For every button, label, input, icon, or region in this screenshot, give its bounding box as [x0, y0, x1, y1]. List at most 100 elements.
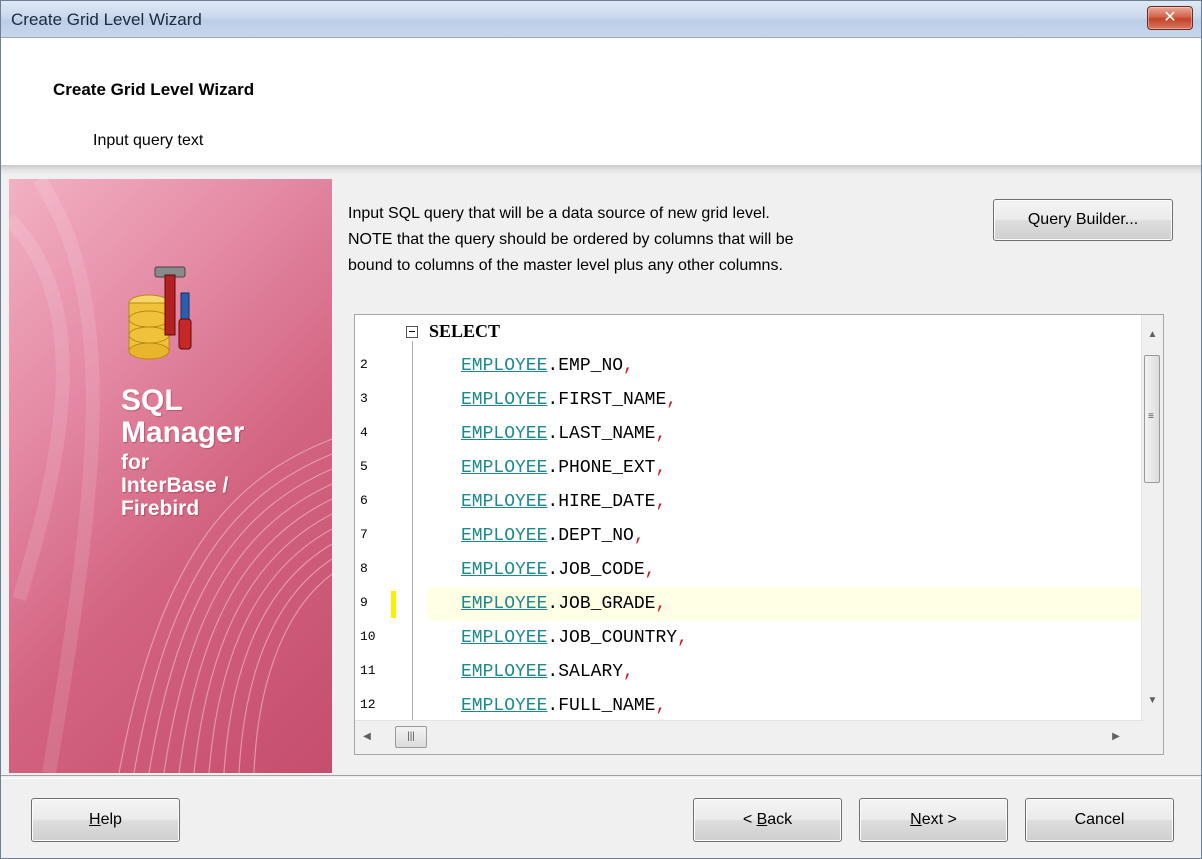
back-prefix: <	[742, 811, 757, 828]
line-number: 6	[360, 493, 368, 508]
code-line[interactable]: 5 EMPLOYEE.PHONE_EXT,	[355, 451, 1143, 485]
punctuation: ,	[655, 492, 667, 512]
collapse-icon[interactable]	[406, 326, 418, 338]
product-logo-icon	[128, 266, 192, 360]
punctuation: ,	[655, 594, 667, 614]
table-reference[interactable]: EMPLOYEE	[461, 628, 547, 648]
product-name-line3: for	[121, 451, 149, 474]
sql-editor[interactable]: SELECT 2 EMPLOYEE.EMP_NO, 3 EMPLOYEE.FIR…	[354, 314, 1164, 755]
line-number: 10	[360, 629, 376, 644]
column-name: JOB_GRADE	[558, 594, 656, 614]
wizard-window: Create Grid Level Wizard ✕ Create Grid L…	[0, 0, 1202, 859]
query-builder-button[interactable]: Query Builder...	[993, 199, 1173, 241]
back-button[interactable]: < Back	[693, 798, 842, 842]
column-name: DEPT_NO	[558, 526, 634, 546]
table-reference[interactable]: EMPLOYEE	[461, 390, 547, 410]
window-title: Create Grid Level Wizard	[11, 10, 202, 29]
line-number: 5	[360, 459, 368, 474]
code-line[interactable]: 8 EMPLOYEE.JOB_CODE,	[355, 553, 1143, 587]
sql-keyword: SELECT	[429, 321, 501, 341]
wizard-header: Create Grid Level Wizard Input query tex…	[1, 38, 1201, 165]
code-line[interactable]: 12 EMPLOYEE.FULL_NAME,	[355, 689, 1143, 723]
help-button[interactable]: Help	[31, 798, 180, 842]
next-label: ext >	[921, 811, 957, 828]
table-reference[interactable]: EMPLOYEE	[461, 356, 547, 376]
line-number: 12	[360, 697, 376, 712]
code-line-current[interactable]: 9 EMPLOYEE.JOB_GRADE,	[355, 587, 1143, 621]
header-title: Create Grid Level Wizard	[53, 80, 255, 99]
back-label: ack	[767, 811, 793, 828]
help-label: elp	[100, 811, 122, 828]
product-name-line1: SQL	[121, 384, 183, 417]
header-separator	[1, 165, 1201, 175]
cancel-button[interactable]: Cancel	[1025, 798, 1174, 842]
code-line[interactable]: 7 EMPLOYEE.DEPT_NO,	[355, 519, 1143, 553]
product-name: SQL Manager for InterBase / Firebird	[121, 384, 245, 520]
table-reference[interactable]: EMPLOYEE	[461, 560, 547, 580]
product-banner: SQL Manager for InterBase / Firebird	[9, 179, 332, 773]
grip-icon: ≡	[1148, 411, 1154, 422]
horizontal-scrollbar[interactable]: ◀ ||| ▶	[355, 720, 1143, 754]
code-line[interactable]: 2 EMPLOYEE.EMP_NO,	[355, 349, 1143, 383]
punctuation: ,	[644, 560, 656, 580]
punctuation: ,	[623, 356, 634, 376]
column-name: FIRST_NAME	[558, 390, 667, 410]
code-line[interactable]: 6 EMPLOYEE.HIRE_DATE,	[355, 485, 1143, 519]
column-name: JOB_COUNTRY	[558, 628, 678, 648]
line-number: 8	[360, 561, 368, 576]
footer-separator	[1, 775, 1201, 779]
close-button[interactable]: ✕	[1147, 6, 1193, 30]
product-name-line4: InterBase /	[121, 474, 229, 497]
code-line[interactable]: 11 EMPLOYEE.SALARY,	[355, 655, 1143, 689]
horizontal-scroll-thumb[interactable]: |||	[395, 726, 427, 748]
instruction-text: Input SQL query that will be a data sour…	[348, 201, 978, 279]
next-button[interactable]: Next >	[859, 798, 1008, 842]
column-name: LAST_NAME	[558, 424, 656, 444]
column-name: PHONE_EXT	[558, 458, 656, 478]
table-reference[interactable]: EMPLOYEE	[461, 526, 547, 546]
table-reference[interactable]: EMPLOYEE	[461, 492, 547, 512]
product-name-line2: Manager	[121, 416, 245, 449]
title-bar: Create Grid Level Wizard ✕	[1, 1, 1201, 38]
table-reference[interactable]: EMPLOYEE	[461, 424, 547, 444]
line-number: 11	[360, 663, 376, 678]
vertical-scrollbar[interactable]: ▲ ≡ ▼	[1141, 315, 1163, 721]
scroll-left-icon[interactable]: ◀	[358, 728, 376, 746]
punctuation: ,	[623, 662, 634, 682]
column-name: JOB_CODE	[558, 560, 645, 580]
code-line[interactable]: 10 EMPLOYEE.JOB_COUNTRY,	[355, 621, 1143, 655]
punctuation: ,	[666, 390, 678, 410]
code-line[interactable]: 4 EMPLOYEE.LAST_NAME,	[355, 417, 1143, 451]
instruction-line: Input SQL query that will be a data sour…	[348, 205, 770, 222]
punctuation: ,	[633, 526, 645, 546]
column-name: SALARY	[558, 662, 624, 682]
scrollbar-corner	[1142, 721, 1163, 754]
change-marker	[391, 591, 396, 618]
scroll-right-icon[interactable]: ▶	[1107, 728, 1125, 746]
line-number: 2	[360, 357, 368, 372]
close-icon: ✕	[1163, 9, 1177, 26]
punctuation: ,	[655, 424, 667, 444]
next-mnemonic: N	[910, 811, 922, 828]
back-mnemonic: B	[756, 811, 768, 828]
line-number: 9	[360, 595, 368, 610]
instruction-line: NOTE that the query should be ordered by…	[348, 231, 794, 248]
punctuation: ,	[655, 696, 667, 716]
help-mnemonic: H	[89, 811, 101, 828]
code-line-select[interactable]: SELECT	[355, 315, 1143, 349]
table-reference[interactable]: EMPLOYEE	[461, 662, 547, 682]
punctuation: ,	[655, 458, 667, 478]
code-line[interactable]: 3 EMPLOYEE.FIRST_NAME,	[355, 383, 1143, 417]
column-name: HIRE_DATE	[558, 492, 656, 512]
table-reference[interactable]: EMPLOYEE	[461, 458, 547, 478]
table-reference[interactable]: EMPLOYEE	[461, 696, 547, 716]
instruction-line: bound to columns of the master level plu…	[348, 257, 783, 274]
line-number: 4	[360, 425, 368, 440]
column-name: FULL_NAME	[558, 696, 656, 716]
scroll-down-icon[interactable]: ▼	[1142, 691, 1163, 711]
scroll-up-icon[interactable]: ▲	[1142, 325, 1163, 345]
table-reference[interactable]: EMPLOYEE	[461, 594, 547, 614]
product-name-line5: Firebird	[121, 497, 200, 520]
line-number: 7	[360, 527, 368, 542]
line-number: 3	[360, 391, 368, 406]
